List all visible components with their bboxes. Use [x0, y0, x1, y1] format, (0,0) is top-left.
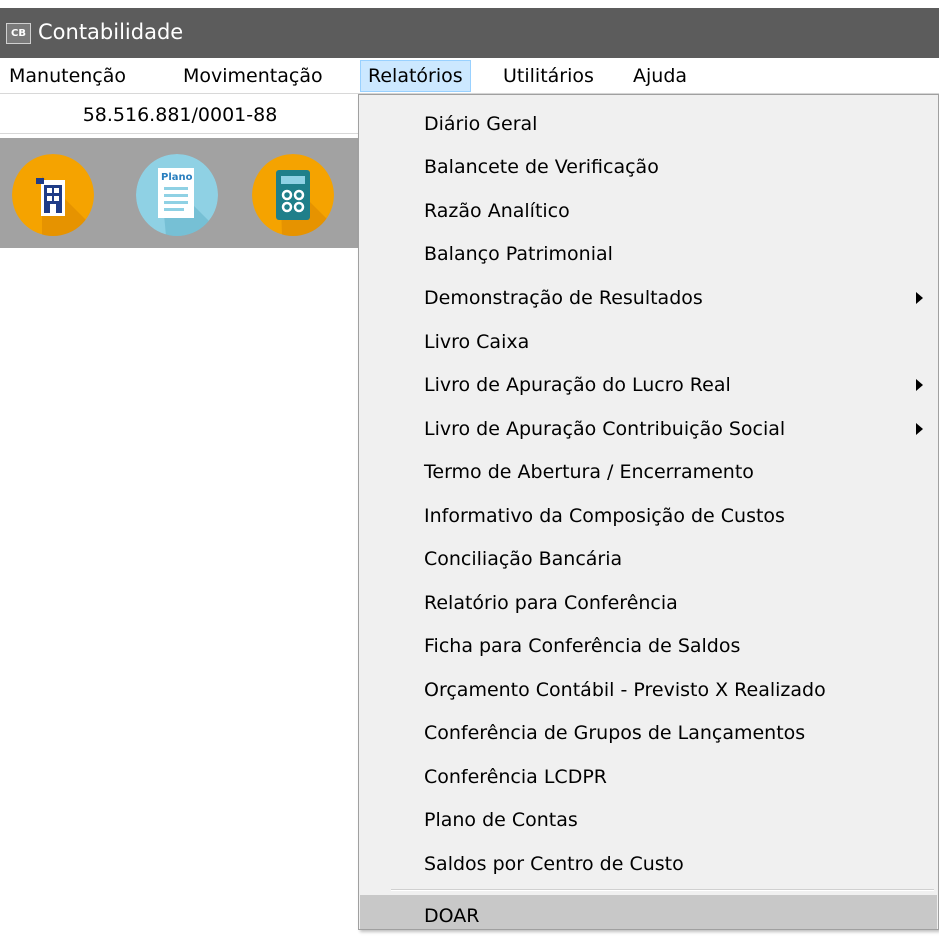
menu-relatorios[interactable]: Relatórios: [360, 60, 471, 92]
company-cnpj: 58.516.881/0001-88: [0, 96, 360, 134]
menu-item-doar[interactable]: DOAR: [360, 895, 937, 929]
menu-item-balancete[interactable]: Balancete de Verificação: [360, 146, 937, 188]
menu-item-balanco-patrimonial[interactable]: Balanço Patrimonial: [360, 233, 937, 275]
toolbar: Plano: [0, 138, 360, 248]
menu-item-orcamento-contabil[interactable]: Orçamento Contábil - Previsto X Realizad…: [360, 669, 937, 711]
menu-manutencao[interactable]: Manutenção: [2, 60, 133, 92]
menu-movimentacao[interactable]: Movimentação: [176, 60, 330, 92]
menu-item-centro-custo[interactable]: Saldos por Centro de Custo: [360, 843, 937, 885]
menu-separator: [391, 889, 934, 891]
plano-button[interactable]: Plano: [136, 154, 218, 236]
menu-item-lucro-real[interactable]: Livro de Apuração do Lucro Real: [360, 364, 937, 406]
menu-item-livro-caixa[interactable]: Livro Caixa: [360, 321, 937, 363]
menu-item-conciliacao-bancaria[interactable]: Conciliação Bancária: [360, 538, 937, 580]
menu-item-grupos-lancamentos[interactable]: Conferência de Grupos de Lançamentos: [360, 712, 937, 754]
menu-item-composicao-custos[interactable]: Informativo da Composição de Custos: [360, 495, 937, 537]
menu-utilitarios[interactable]: Utilitários: [496, 60, 601, 92]
menu-item-razao-analitico[interactable]: Razão Analítico: [360, 190, 937, 232]
building-icon: [12, 154, 94, 236]
building-button[interactable]: [12, 154, 94, 236]
plano-document-icon: Plano: [136, 154, 218, 236]
window-title: Contabilidade: [38, 20, 184, 44]
submenu-arrow-icon: [916, 379, 923, 391]
menu-item-ficha-conferencia[interactable]: Ficha para Conferência de Saldos: [360, 625, 937, 667]
app-icon: CB: [6, 23, 31, 44]
menu-item-relatorio-conferencia[interactable]: Relatório para Conferência: [360, 582, 937, 624]
menu-item-diario-geral[interactable]: Diário Geral: [360, 103, 937, 145]
submenu-arrow-icon: [916, 292, 923, 304]
menu-ajuda[interactable]: Ajuda: [626, 60, 694, 92]
calculator-button[interactable]: [252, 154, 334, 236]
submenu-arrow-icon: [916, 423, 923, 435]
calculator-icon: [252, 154, 334, 236]
menu-item-demonstracao-resultados[interactable]: Demonstração de Resultados: [360, 277, 937, 319]
menu-item-termo-abertura[interactable]: Termo de Abertura / Encerramento: [360, 451, 937, 493]
menu-item-plano-contas[interactable]: Plano de Contas: [360, 799, 937, 841]
menu-item-contribuicao-social[interactable]: Livro de Apuração Contribuição Social: [360, 408, 937, 450]
svg-text:Plano: Plano: [161, 172, 193, 183]
menu-bar: Manutenção Movimentação Relatórios Utili…: [0, 58, 939, 94]
menu-item-lcdpr[interactable]: Conferência LCDPR: [360, 756, 937, 798]
relatorios-dropdown: Diário Geral Balancete de Verificação Ra…: [358, 94, 939, 930]
title-bar: CB Contabilidade: [0, 8, 939, 58]
